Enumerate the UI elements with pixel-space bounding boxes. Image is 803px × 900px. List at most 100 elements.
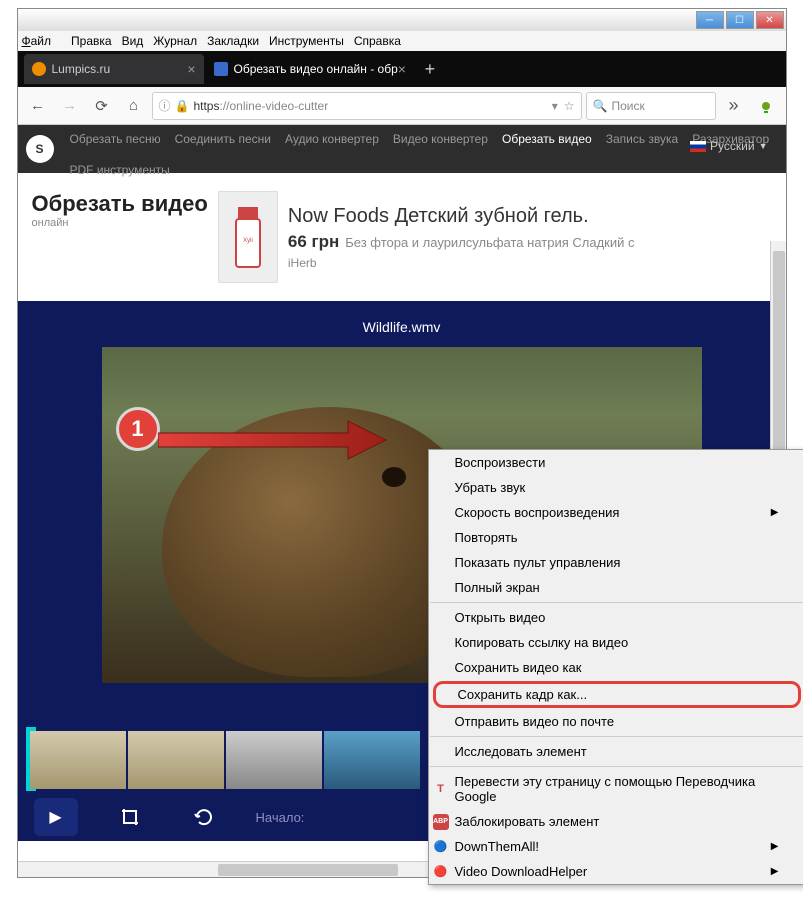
crop-button[interactable] (108, 798, 152, 836)
page-title-block: Обрезать видео онлайн (32, 191, 208, 283)
favicon-icon (214, 62, 228, 76)
overflow-button[interactable]: » (720, 92, 748, 120)
timeline-thumb[interactable] (128, 731, 224, 789)
play-button[interactable]: ▶ (34, 798, 78, 836)
ad-image: Xyli (218, 191, 278, 283)
minimize-button[interactable]: ─ (696, 11, 724, 29)
translate-icon: T (433, 781, 449, 797)
menu-edit[interactable]: Правка (71, 34, 112, 48)
home-button[interactable]: ⌂ (120, 92, 148, 120)
site-navigation: S Обрезать песню Соединить песни Аудио к… (18, 125, 786, 173)
ctx-show-controls[interactable]: Показать пульт управления (429, 550, 803, 575)
new-tab-button[interactable]: + (416, 55, 444, 83)
timeline-thumb[interactable] (30, 731, 126, 789)
ctx-play[interactable]: Воспроизвести (429, 450, 803, 475)
favicon-icon (32, 62, 46, 76)
ctx-downthemall[interactable]: 🔵DownThemAll!▶ (429, 834, 803, 859)
svg-text:Xyli: Xyli (243, 238, 253, 244)
tab-title: Обрезать видео онлайн - обр (234, 62, 398, 76)
forward-button[interactable]: → (56, 92, 84, 120)
nav-link[interactable]: Запись звука (606, 131, 679, 148)
submenu-arrow-icon: ▶ (771, 507, 779, 518)
menu-tools[interactable]: Инструменты (269, 34, 344, 48)
tab-close-icon[interactable]: × (187, 61, 195, 77)
ad-text: Now Foods Детский зубной гель. 66 грн Без… (288, 205, 635, 270)
tab-title: Lumpics.ru (52, 62, 111, 76)
ad-block[interactable]: Xyli Now Foods Детский зубной гель. 66 г… (218, 191, 772, 283)
extension-icon[interactable] (752, 92, 780, 120)
ad-price: 66 грн (288, 232, 339, 252)
nav-link[interactable]: Видео конвертер (393, 131, 488, 148)
ad-title: Now Foods Детский зубной гель. (288, 205, 635, 228)
tab-bar: Lumpics.ru × Обрезать видео онлайн - обр… (18, 51, 786, 87)
reload-button[interactable]: ⟳ (88, 92, 116, 120)
ctx-save-video[interactable]: Сохранить видео как (429, 655, 803, 680)
flag-ru-icon (690, 141, 706, 152)
ctx-copy-link[interactable]: Копировать ссылку на видео (429, 630, 803, 655)
submenu-arrow-icon: ▶ (771, 841, 779, 852)
nav-link-active[interactable]: Обрезать видео (502, 131, 592, 148)
ad-desc: Без фтора и лаурилсульфата натрия Сладки… (345, 235, 634, 250)
timeline-thumb[interactable] (226, 731, 322, 789)
chevron-down-icon: ▼ (759, 141, 768, 151)
search-bar[interactable]: 🔍 Поиск (586, 92, 716, 120)
close-button[interactable]: ✕ (756, 11, 784, 29)
context-menu: Воспроизвести Убрать звук Скорость воспр… (428, 449, 803, 885)
nav-link[interactable]: Соединить песни (175, 131, 271, 148)
dropdown-icon[interactable]: ▾ (552, 99, 558, 113)
page-subtitle: онлайн (32, 217, 208, 229)
url-protocol: https (193, 99, 219, 113)
timeline-thumb[interactable] (324, 731, 420, 789)
search-icon: 🔍 (593, 99, 608, 113)
bookmark-star-icon[interactable]: ☆ (564, 99, 575, 113)
rotate-button[interactable] (182, 798, 226, 836)
browser-window: ─ ☐ ✕ Файл Правка Вид Журнал Закладки Ин… (17, 8, 787, 878)
page-title: Обрезать видео (32, 191, 208, 217)
menu-bookmarks[interactable]: Закладки (207, 34, 259, 48)
ctx-video-downloadhelper[interactable]: 🔴Video DownloadHelper▶ (429, 859, 803, 884)
separator (430, 736, 803, 737)
menu-bar: Файл Правка Вид Журнал Закладки Инструме… (18, 31, 786, 51)
tab-video-cutter[interactable]: Обрезать видео онлайн - обр × (206, 54, 414, 84)
tab-lumpics[interactable]: Lumpics.ru × (24, 54, 204, 84)
separator (430, 766, 803, 767)
menu-view[interactable]: Вид (122, 34, 144, 48)
search-placeholder: Поиск (611, 99, 644, 113)
site-logo[interactable]: S (26, 135, 54, 163)
tab-close-icon[interactable]: × (398, 61, 406, 77)
vdh-icon: 🔴 (433, 864, 449, 880)
menu-history[interactable]: Журнал (153, 34, 197, 48)
ad-brand: iHerb (288, 256, 635, 270)
ctx-save-frame[interactable]: Сохранить кадр как... (433, 681, 801, 708)
dta-icon: 🔵 (433, 839, 449, 855)
navigation-bar: ← → ⟳ ⌂ ⓘ 🔒 https://online-video-cutter … (18, 87, 786, 125)
scrollbar-thumb[interactable] (218, 864, 398, 876)
url-bar[interactable]: ⓘ 🔒 https://online-video-cutter ▾ ☆ (152, 92, 582, 120)
ctx-loop[interactable]: Повторять (429, 525, 803, 550)
ctx-inspect[interactable]: Исследовать элемент (429, 739, 803, 764)
menu-help[interactable]: Справка (354, 34, 401, 48)
title-bar: ─ ☐ ✕ (18, 9, 786, 31)
start-time-label: Начало: (256, 810, 305, 825)
ctx-translate[interactable]: TПеревести эту страницу с помощью Перево… (429, 769, 803, 809)
info-icon[interactable]: ⓘ (159, 97, 171, 114)
ctx-open-video[interactable]: Открыть видео (429, 605, 803, 630)
url-rest: ://online-video-cutter (219, 99, 328, 113)
back-button[interactable]: ← (24, 92, 52, 120)
ctx-mute[interactable]: Убрать звук (429, 475, 803, 500)
language-selector[interactable]: Русский ▼ (690, 139, 767, 153)
video-filename: Wildlife.wmv (18, 313, 786, 347)
nav-links: Обрезать песню Соединить песни Аудио кон… (70, 131, 774, 179)
callout-arrow-icon (158, 417, 388, 463)
timeline[interactable] (30, 731, 420, 789)
ctx-email-video[interactable]: Отправить видео по почте (429, 709, 803, 734)
submenu-arrow-icon: ▶ (771, 866, 779, 877)
nav-link[interactable]: PDF инструменты (70, 162, 170, 179)
ctx-fullscreen[interactable]: Полный экран (429, 575, 803, 600)
ctx-speed[interactable]: Скорость воспроизведения▶ (429, 500, 803, 525)
nav-link[interactable]: Аудио конвертер (285, 131, 379, 148)
nav-link[interactable]: Обрезать песню (70, 131, 161, 148)
maximize-button[interactable]: ☐ (726, 11, 754, 29)
menu-file[interactable]: Файл (22, 34, 62, 48)
ctx-adblock[interactable]: ABPЗаблокировать элемент (429, 809, 803, 834)
